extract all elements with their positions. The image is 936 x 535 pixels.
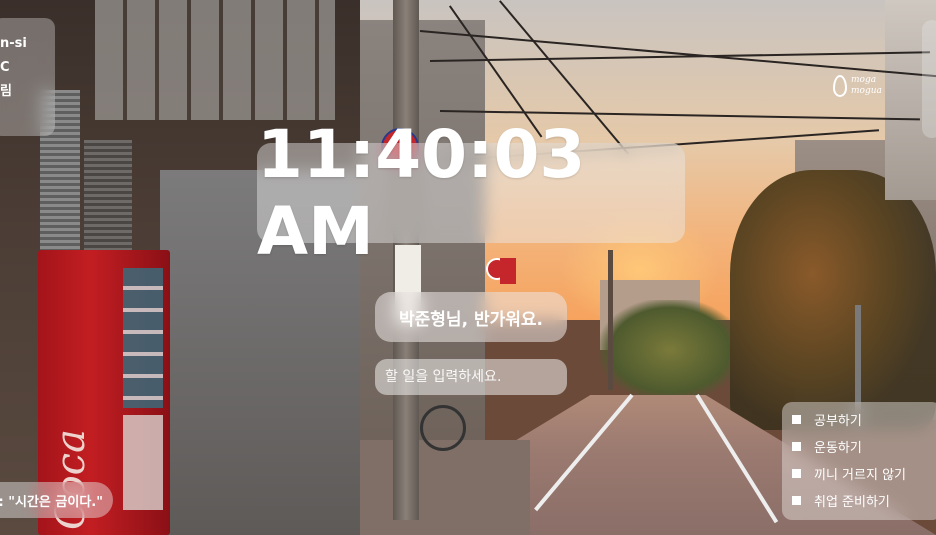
quote-text: : "시간은 금이다." [0,494,103,510]
greeting-text: 박준형님, 반가워요. [399,309,543,330]
app-logo: moga mogua [833,73,893,111]
logo-line1: moga [851,75,877,85]
sidewalk [330,440,530,535]
logo-line2: mogua [851,86,882,96]
vending-machine-slots [123,268,163,408]
todo-label: 공부하기 [814,414,862,429]
todo-label: 끼니 거르지 않기 [814,468,906,483]
quote-card: : "시간은 금이다." [0,482,113,518]
todo-label: 운동하기 [814,441,862,456]
todo-item[interactable]: 취업 준비하기 [792,487,936,514]
drop-icon [833,75,847,97]
todo-item[interactable]: 운동하기 [792,433,936,460]
greeting-card: 박준형님, 반가워요. [375,292,567,342]
right-trees [730,170,936,430]
task-input[interactable] [375,359,567,395]
checkbox[interactable] [792,496,801,505]
distant-trees [600,300,740,400]
weather-location: n-si [0,36,27,51]
todo-list: 공부하기 운동하기 끼니 거르지 않기 취업 준비하기 [782,402,936,520]
todo-item[interactable]: 끼니 거르지 않기 [792,460,936,487]
checkbox[interactable] [792,415,801,424]
vending-machine-door [123,415,163,510]
weather-widget: n-si C 림 [0,18,55,136]
clock-card: 11:40:03 AM [257,116,685,270]
checkbox[interactable] [792,442,801,451]
shutter [84,140,132,255]
right-panel-edge [922,20,936,138]
clock-time: 11:40:03 AM [257,116,586,270]
left-building-windows [95,0,335,120]
utility-pole [608,250,613,390]
todo-item[interactable]: 공부하기 [792,406,936,433]
weather-condition: 림 [0,84,12,99]
todo-label: 취업 준비하기 [814,495,890,510]
checkbox[interactable] [792,469,801,478]
bicycle-wheel [420,405,466,451]
weather-temperature: C [0,60,10,75]
